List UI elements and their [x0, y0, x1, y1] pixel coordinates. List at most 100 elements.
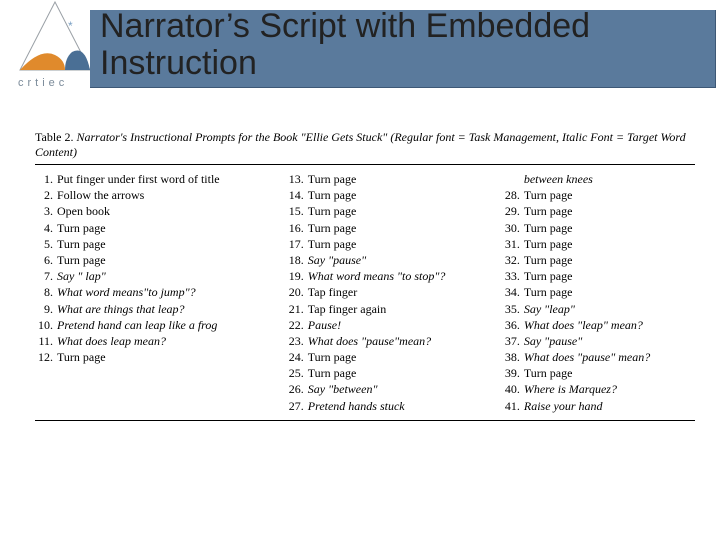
- list-item: 4.Turn page: [35, 220, 268, 236]
- list-item: 3.Open book: [35, 203, 268, 219]
- item-text: Turn page: [308, 365, 357, 381]
- item-number: 39.: [502, 365, 524, 381]
- list-item: 27.Pretend hands stuck: [286, 398, 484, 414]
- item-number: 1.: [35, 171, 57, 187]
- list-item: 37.Say "pause": [502, 333, 695, 349]
- list-item: 5.Turn page: [35, 236, 268, 252]
- item-text: Turn page: [524, 365, 573, 381]
- item-text: Pause!: [308, 317, 341, 333]
- item-text: Turn page: [524, 236, 573, 252]
- item-text: Turn page: [57, 220, 106, 236]
- list-item: 29.Turn page: [502, 203, 695, 219]
- item-text: What does "pause" mean?: [524, 349, 650, 365]
- item-text: Say "pause": [524, 333, 582, 349]
- column-1: 1.Put finger under first word of title2.…: [35, 171, 268, 414]
- item-number: 4.: [35, 220, 57, 236]
- item-number: 26.: [286, 381, 308, 397]
- item-number: 5.: [35, 236, 57, 252]
- item-number: 6.: [35, 252, 57, 268]
- list-item: 15.Turn page: [286, 203, 484, 219]
- item-number: 32.: [502, 252, 524, 268]
- list-item: 11.What does leap mean?: [35, 333, 268, 349]
- table-area: Table 2. Narrator's Instructional Prompt…: [35, 130, 695, 421]
- item-number: 17.: [286, 236, 308, 252]
- item-text: Turn page: [308, 187, 357, 203]
- rule-bottom: [35, 420, 695, 421]
- list-item: 19.What word means "to stop"?: [286, 268, 484, 284]
- item-number: 40.: [502, 381, 524, 397]
- item-number: 10.: [35, 317, 57, 333]
- item-number: 20.: [286, 284, 308, 300]
- list-item: 25.Turn page: [286, 365, 484, 381]
- item-text: What does leap mean?: [57, 333, 166, 349]
- item-number: 18.: [286, 252, 308, 268]
- item-number: 28.: [502, 187, 524, 203]
- item-text: Turn page: [57, 236, 106, 252]
- item-number: 15.: [286, 203, 308, 219]
- item-number: 7.: [35, 268, 57, 284]
- item-text: Turn page: [308, 171, 357, 187]
- item-text: Say "leap": [524, 301, 575, 317]
- item-text: Follow the arrows: [57, 187, 144, 203]
- svg-text:*: *: [68, 19, 73, 33]
- list-item: 36.What does "leap" mean?: [502, 317, 695, 333]
- list-item: 24.Turn page: [286, 349, 484, 365]
- slide-title: Narrator’s Script with Embedded Instruct…: [100, 8, 710, 83]
- list-item: 40.Where is Marquez?: [502, 381, 695, 397]
- item-text: Turn page: [524, 187, 573, 203]
- item-text: Turn page: [308, 236, 357, 252]
- list-item: 34.Turn page: [502, 284, 695, 300]
- item-text: Turn page: [57, 252, 106, 268]
- item-number: 30.: [502, 220, 524, 236]
- list-item: 14.Turn page: [286, 187, 484, 203]
- list-item: 16.Turn page: [286, 220, 484, 236]
- item-text: Raise your hand: [524, 398, 603, 414]
- list-item: 28.Turn page: [502, 187, 695, 203]
- item-text: Say " lap": [57, 268, 106, 284]
- item-text: What word means "to stop"?: [308, 268, 446, 284]
- table-caption: Table 2. Narrator's Instructional Prompt…: [35, 130, 695, 160]
- item-number: 34.: [502, 284, 524, 300]
- list-item: 30.Turn page: [502, 220, 695, 236]
- item-text: Turn page: [524, 252, 573, 268]
- item-text-continuation: between knees: [502, 171, 695, 187]
- item-number: 36.: [502, 317, 524, 333]
- list-item: 17.Turn page: [286, 236, 484, 252]
- list-item: 39.Turn page: [502, 365, 695, 381]
- list-item: 32.Turn page: [502, 252, 695, 268]
- item-text: Turn page: [524, 203, 573, 219]
- list-item: 23.What does "pause"mean?: [286, 333, 484, 349]
- column-2: 13.Turn page14.Turn page15.Turn page16.T…: [286, 171, 484, 414]
- item-text: What does "leap" mean?: [524, 317, 643, 333]
- item-number: 38.: [502, 349, 524, 365]
- item-number: 11.: [35, 333, 57, 349]
- item-text: What does "pause"mean?: [308, 333, 431, 349]
- list-item: 31.Turn page: [502, 236, 695, 252]
- item-text: Say "pause": [308, 252, 366, 268]
- item-number: 33.: [502, 268, 524, 284]
- item-number: 9.: [35, 301, 57, 317]
- list-item: 20.Tap finger: [286, 284, 484, 300]
- list-item: 6.Turn page: [35, 252, 268, 268]
- item-number: 31.: [502, 236, 524, 252]
- list-item: 41.Raise your hand: [502, 398, 695, 414]
- item-number: 27.: [286, 398, 308, 414]
- item-number: 37.: [502, 333, 524, 349]
- list-item: 21.Tap finger again: [286, 301, 484, 317]
- item-text: Put finger under first word of title: [57, 171, 220, 187]
- item-text: Turn page: [308, 349, 357, 365]
- column-3: between knees28.Turn page29.Turn page30.…: [502, 171, 695, 414]
- list-item: 9.What are things that leap?: [35, 301, 268, 317]
- item-number: 29.: [502, 203, 524, 219]
- item-number: 23.: [286, 333, 308, 349]
- list-item: 12.Turn page: [35, 349, 268, 365]
- item-text: Turn page: [308, 220, 357, 236]
- prompt-columns: 1.Put finger under first word of title2.…: [35, 171, 695, 414]
- item-number: 14.: [286, 187, 308, 203]
- list-item: 22.Pause!: [286, 317, 484, 333]
- item-number: 41.: [502, 398, 524, 414]
- item-text: Say "between": [308, 381, 378, 397]
- item-text: Turn page: [524, 220, 573, 236]
- item-number: 3.: [35, 203, 57, 219]
- item-number: 19.: [286, 268, 308, 284]
